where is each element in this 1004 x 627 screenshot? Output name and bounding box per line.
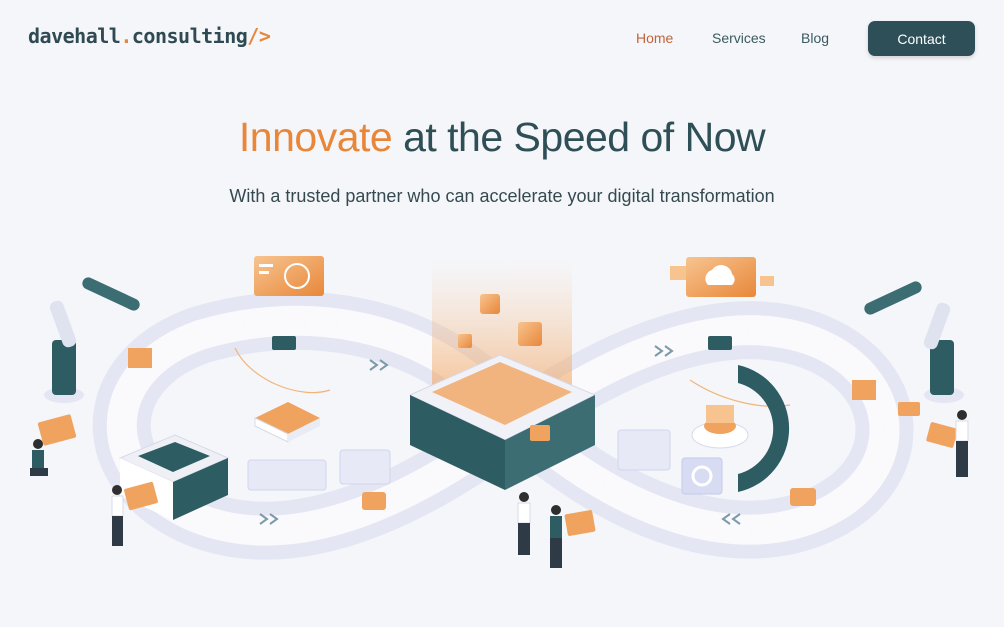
top-left-card (254, 256, 324, 296)
loader-panel (681, 457, 723, 495)
line-chart-panel (617, 429, 671, 471)
nav-services[interactable]: Services (712, 30, 766, 46)
logo-suffix: /> (247, 24, 271, 48)
nav-blog[interactable]: Blog (801, 30, 829, 46)
right-pedestal (691, 405, 749, 449)
hero-subtitle: With a trusted partner who can accelerat… (229, 186, 775, 206)
contact-button[interactable]: Contact (868, 21, 975, 56)
logo-name: davehall (28, 24, 121, 48)
site-header: davehall.consulting/> Home Services Blog… (0, 0, 1004, 78)
metrics-panel (247, 459, 327, 491)
logo[interactable]: davehall.consulting/> (28, 24, 271, 48)
logo-domain: consulting (131, 24, 248, 48)
nav-home[interactable]: Home (636, 30, 673, 46)
hero-title: Innovate at the Speed of Now (0, 114, 1004, 161)
left-tile (254, 402, 320, 443)
progress-ring (738, 365, 790, 492)
bar-chart-panel (339, 449, 391, 485)
hero-title-rest: at the Speed of Now (392, 114, 766, 160)
logo-dot: . (120, 24, 132, 48)
hero-title-accent: Innovate (238, 114, 393, 160)
devops-infinity-illustration (30, 256, 969, 568)
cloud-upload-card (670, 257, 774, 297)
